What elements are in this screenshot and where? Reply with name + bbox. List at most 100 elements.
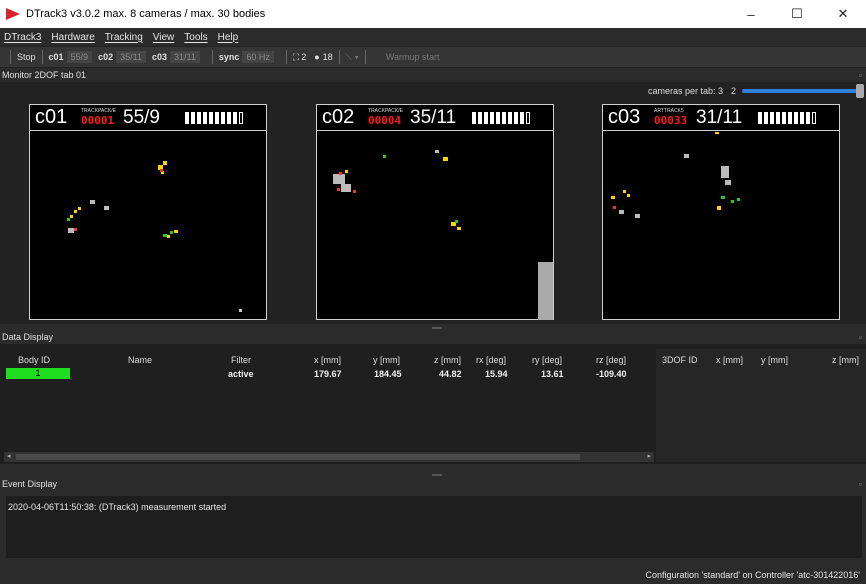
cameras-per-tab-value: 2 — [730, 86, 736, 96]
wand-icon[interactable]: ⟍ ▾ — [346, 52, 359, 63]
scroll-thumb[interactable] — [16, 454, 580, 460]
camera-image — [333, 150, 553, 320]
splitter-handle[interactable] — [432, 327, 442, 329]
rx-cell: 15.94 — [485, 369, 508, 379]
menu-view[interactable]: View — [153, 32, 175, 43]
col-header-rx[interactable]: rx [deg] — [476, 355, 506, 365]
scroll-left-icon[interactable]: ◂ — [7, 452, 11, 460]
splitter-handle[interactable] — [432, 474, 442, 476]
menu-hardware[interactable]: Hardware — [51, 32, 94, 43]
toolbar: Stop c01 55/9 c02 35/11 c03 31/11 sync 6… — [0, 46, 866, 68]
col-header-z[interactable]: z [mm] — [434, 355, 461, 365]
camera-name: c02 — [322, 106, 355, 128]
cam-label-c01: c01 — [48, 52, 64, 62]
event-log-line: 2020-04-06T11:50:38: (DTrack3) measureme… — [8, 502, 227, 512]
menu-dtrack3[interactable]: DTrack3 — [4, 32, 41, 43]
cam-value-c03: 31/11 — [170, 51, 200, 63]
dock-icon[interactable]: ▫ — [859, 330, 862, 344]
signal-level-bars — [472, 111, 532, 124]
stop-button[interactable]: Stop — [17, 52, 36, 62]
camera-marker-count: 55/9 — [123, 106, 160, 128]
sync-value: 60 Hz — [242, 51, 274, 63]
event-display-header: Event Display ▫ — [0, 477, 866, 491]
event-display-title: Event Display — [2, 479, 58, 489]
signal-level-bars — [758, 111, 818, 124]
camera-marker-count: 31/11 — [696, 106, 743, 128]
warmup-start-button[interactable]: Warmup start — [386, 52, 440, 62]
col-header-x[interactable]: x [mm] — [314, 355, 341, 365]
3dof-table — [656, 349, 866, 462]
camera-view-c02[interactable]: c02 TRACKPACK/E 00004 35/11 — [316, 104, 554, 320]
col-header-3dof-x[interactable]: x [mm] — [716, 355, 743, 365]
camera-view-c03[interactable]: c03 ARTTRACK5 00033 31/11 — [602, 104, 840, 320]
camera-header: c02 TRACKPACK/E 00004 35/11 — [317, 105, 553, 131]
camera-header: c03 ARTTRACK5 00033 31/11 — [603, 105, 839, 131]
body-id-cell[interactable]: 1 — [6, 368, 70, 379]
col-header-rz[interactable]: rz [deg] — [596, 355, 626, 365]
cam-label-c03: c03 — [151, 52, 167, 62]
monitor-panel-header: Monitor 2DOF tab 01 ▫ — [0, 68, 866, 82]
menu-tracking[interactable]: Tracking — [105, 32, 143, 43]
markers-icon: ● — [314, 52, 320, 62]
maximize-button[interactable]: ☐ — [774, 0, 820, 28]
marker-count: 18 — [322, 52, 333, 62]
camera-header: c01 TRACKPACK/E 00001 55/9 — [30, 105, 266, 131]
slider-knob[interactable] — [856, 84, 864, 98]
monitor-title: Monitor 2DOF tab 01 — [2, 70, 87, 80]
cam-label-c02: c02 — [98, 52, 114, 62]
col-header-ry[interactable]: ry [deg] — [532, 355, 562, 365]
data-display-title: Data Display — [2, 332, 54, 342]
camera-image — [67, 161, 242, 312]
menu-bar: DTrack3 Hardware Tracking View Tools Hel… — [0, 28, 866, 46]
camera-serial: 00004 — [368, 114, 402, 127]
cam-value-c02: 35/11 — [116, 51, 146, 63]
x-cell: 179.67 — [314, 369, 342, 379]
cameras-per-tab-slider[interactable] — [742, 84, 864, 98]
col-header-3dof-y[interactable]: y [mm] — [761, 355, 788, 365]
separator — [338, 50, 340, 64]
filter-cell: active — [228, 369, 254, 379]
cam-value-c01: 55/9 — [66, 51, 93, 63]
signal-level-bars — [185, 111, 245, 124]
dock-icon[interactable]: ▫ — [859, 477, 862, 491]
menu-tools[interactable]: Tools — [184, 32, 207, 43]
separator — [285, 50, 287, 64]
col-header-3dof-z[interactable]: z [mm] — [832, 355, 859, 365]
col-header-y[interactable]: y [mm] — [373, 355, 400, 365]
menu-help[interactable]: Help — [218, 32, 239, 43]
sync-label: sync — [218, 52, 240, 62]
dtrack-logo-icon — [6, 8, 20, 20]
camera-serial: 00001 — [81, 114, 115, 127]
cameras-per-tab-control: cameras per tab: 3 2 — [647, 84, 864, 98]
ry-cell: 13.61 — [541, 369, 564, 379]
col-header-filter[interactable]: Filter — [231, 355, 251, 365]
cameras-per-tab-label: cameras per tab: 3 — [647, 86, 723, 96]
horizontal-scrollbar[interactable]: ◂ ▸ — [4, 452, 654, 462]
camera-marker-count: 35/11 — [410, 106, 457, 128]
cameras-icon: ⛶ — [292, 51, 300, 62]
col-header-name[interactable]: Name — [128, 355, 152, 365]
title-bar: DTrack3 v3.0.2 max. 8 cameras / max. 30 … — [0, 0, 866, 28]
camera-image — [611, 132, 740, 218]
camera-name: c01 — [35, 106, 68, 128]
camera-serial: 00033 — [654, 114, 688, 127]
col-header-3dof-id[interactable]: 3DOF ID — [662, 355, 698, 365]
window-title: DTrack3 v3.0.2 max. 8 cameras / max. 30 … — [26, 8, 266, 20]
separator — [364, 50, 366, 64]
separator — [211, 50, 213, 64]
dock-icon[interactable]: ▫ — [859, 68, 862, 82]
col-header-body-id[interactable]: Body ID — [18, 355, 50, 365]
z-cell: 44.82 — [439, 369, 462, 379]
camera-view-c01[interactable]: c01 TRACKPACK/E 00001 55/9 — [29, 104, 267, 320]
status-bar-text: Configuration 'standard' on Controller '… — [645, 570, 860, 580]
y-cell: 184.45 — [374, 369, 402, 379]
camera-count: 2 — [301, 52, 307, 62]
minimize-button[interactable]: – — [728, 0, 774, 28]
data-display-header: Data Display ▫ — [0, 330, 866, 344]
separator — [10, 50, 11, 64]
close-button[interactable]: ✕ — [820, 0, 866, 28]
separator — [41, 50, 43, 64]
rz-cell: -109.40 — [596, 369, 627, 379]
scroll-right-icon[interactable]: ▸ — [647, 452, 651, 460]
camera-name: c03 — [608, 106, 641, 128]
